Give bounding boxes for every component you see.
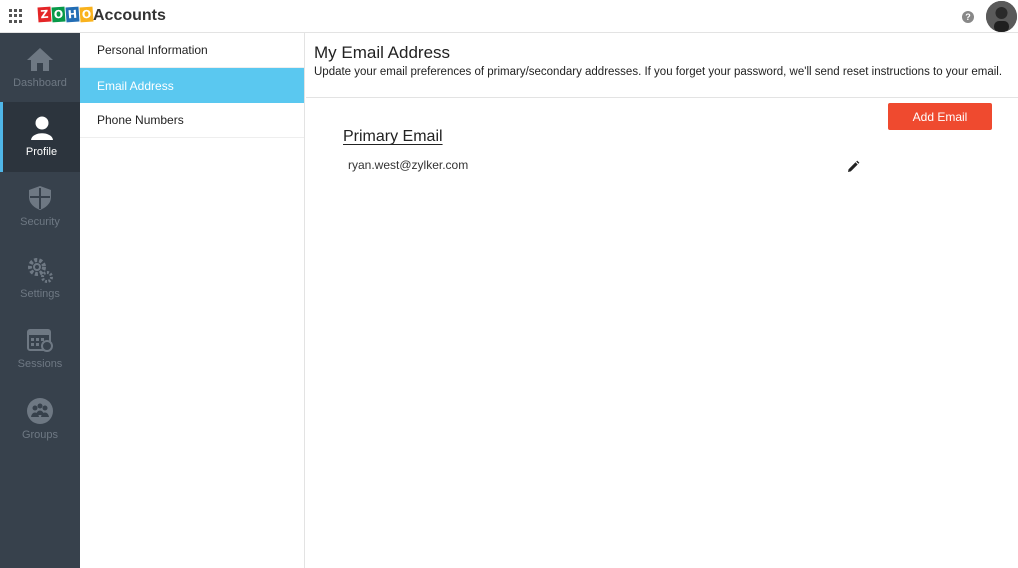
calendar-icon [26, 326, 54, 354]
home-icon [26, 45, 54, 73]
subnav-phone-numbers[interactable]: Phone Numbers [80, 103, 304, 138]
nav-profile[interactable]: Profile [0, 102, 80, 172]
main-content: My Email Address Update your email prefe… [306, 33, 1018, 568]
app-title: Accounts [93, 7, 166, 24]
user-icon [28, 114, 56, 142]
primary-email-value: ryan.west@zylker.com [348, 158, 469, 172]
page-header: My Email Address Update your email prefe… [306, 43, 1018, 98]
group-icon [26, 397, 54, 425]
nav-label: Sessions [17, 358, 63, 370]
add-email-button[interactable]: Add Email [888, 103, 992, 130]
subnav-email-address[interactable]: Email Address [80, 68, 304, 103]
edit-pencil-icon[interactable] [846, 160, 860, 174]
logo-letter: H [65, 6, 80, 23]
nav-label: Groups [21, 429, 59, 441]
nav-settings[interactable]: Settings [0, 244, 80, 314]
app-grid-icon[interactable] [9, 9, 23, 23]
avatar[interactable] [986, 1, 1017, 32]
zoho-logo: Z O H O [37, 6, 94, 23]
nav-label: Settings [20, 288, 60, 300]
primary-email-heading: Primary Email [343, 128, 443, 145]
nav-label: Dashboard [13, 77, 67, 89]
logo-letter: O [79, 6, 94, 23]
gears-icon [26, 256, 54, 284]
logo-letter: O [51, 6, 66, 23]
help-icon[interactable]: ? [962, 11, 974, 23]
nav-label: Security [20, 216, 60, 228]
nav-groups[interactable]: Groups [0, 385, 80, 455]
logo-letter: Z [37, 6, 52, 23]
nav-label: Profile [25, 146, 58, 158]
nav-sessions[interactable]: Sessions [0, 314, 80, 384]
shield-icon [26, 184, 54, 212]
page-description: Update your email preferences of primary… [314, 66, 1003, 78]
sub-nav: Personal Information Email Address Phone… [80, 33, 305, 568]
subnav-personal-information[interactable]: Personal Information [80, 33, 304, 68]
top-bar: Z O H O Accounts ? [0, 0, 1018, 33]
nav-dashboard[interactable]: Dashboard [0, 33, 80, 103]
nav-security[interactable]: Security [0, 172, 80, 242]
page-title: My Email Address [314, 43, 451, 62]
left-nav: Dashboard Profile Security Settings Sess… [0, 33, 80, 568]
